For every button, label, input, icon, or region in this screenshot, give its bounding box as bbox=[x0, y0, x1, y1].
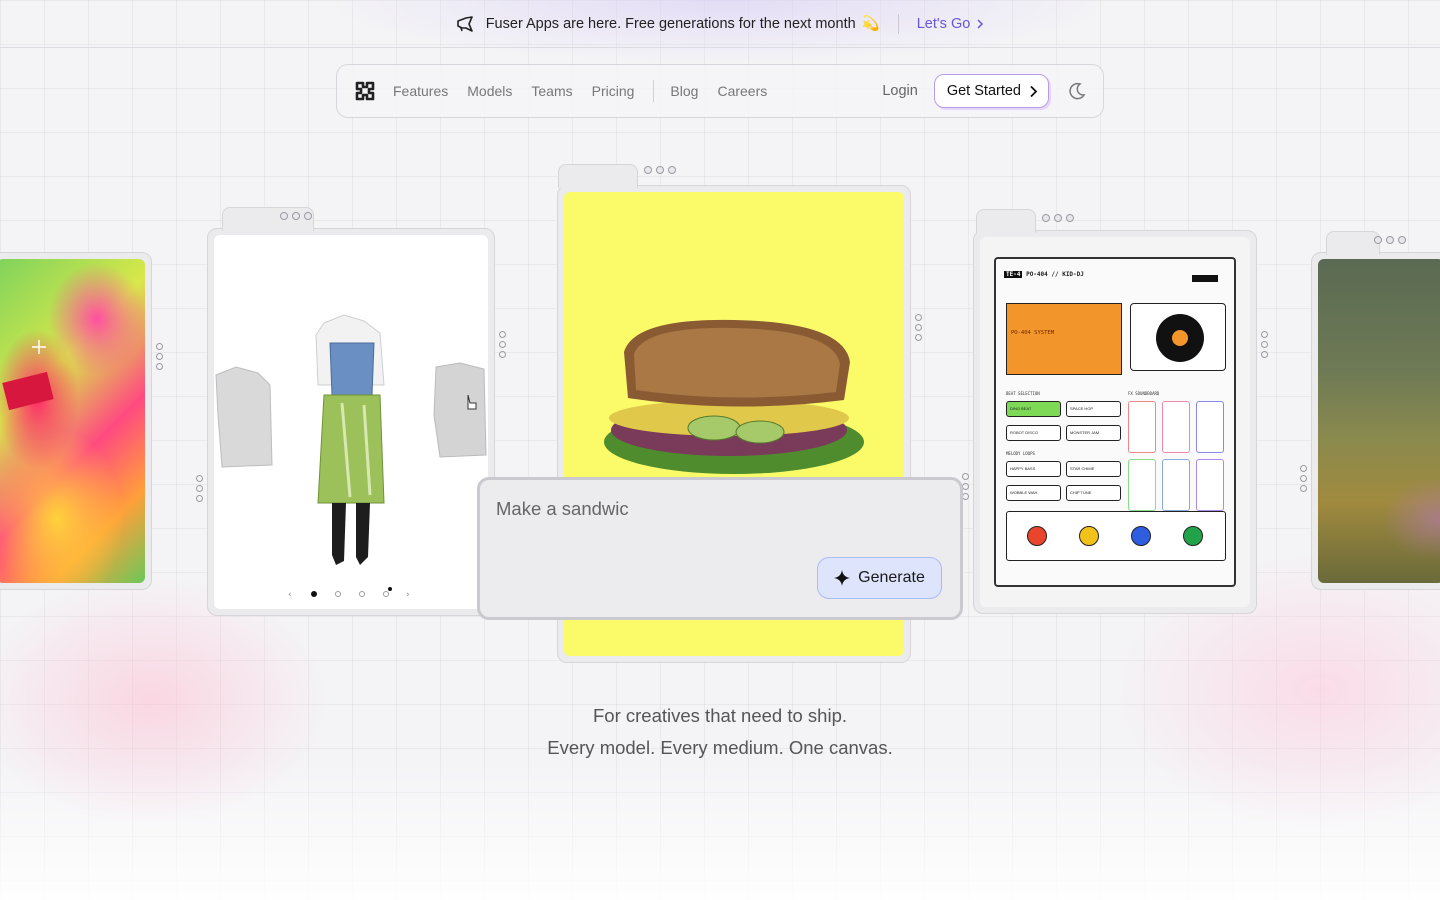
nav-link-models[interactable]: Models bbox=[467, 83, 512, 99]
fx-pad bbox=[1162, 401, 1190, 453]
get-started-button[interactable]: Get Started bbox=[933, 74, 1049, 108]
loop-pad: HAPPY BASS bbox=[1006, 461, 1061, 477]
prompt-box: Generate bbox=[477, 477, 963, 620]
resize-handle[interactable] bbox=[156, 343, 163, 370]
login-link[interactable]: Login bbox=[882, 83, 917, 99]
fuser-logo-icon[interactable] bbox=[353, 79, 377, 103]
knob bbox=[1079, 526, 1099, 546]
top-navigation: Features Models Teams Pricing Blog Caree… bbox=[336, 64, 1104, 118]
card-menu-dots[interactable] bbox=[1042, 214, 1074, 222]
nav-link-blog[interactable]: Blog bbox=[670, 83, 698, 99]
fx-pad bbox=[1196, 401, 1224, 453]
sparkle-emoji: 💫 bbox=[861, 16, 880, 32]
generate-label: Generate bbox=[858, 569, 925, 586]
knob bbox=[1183, 526, 1203, 546]
card-menu-dots[interactable] bbox=[1374, 236, 1406, 244]
card-landscape[interactable] bbox=[1300, 231, 1440, 590]
tagline-line-1: For creatives that need to ship. bbox=[593, 705, 847, 726]
fashion-image: ‹ › bbox=[214, 235, 488, 609]
loop-pad: STAR CHIME bbox=[1066, 461, 1121, 477]
hero-tagline: For creatives that need to ship. Every m… bbox=[0, 700, 1440, 764]
resize-handle[interactable] bbox=[499, 331, 506, 358]
announcement-bar: Fuser Apps are here. Free generations fo… bbox=[0, 0, 1440, 48]
fx-pad bbox=[1128, 459, 1156, 511]
resize-handle[interactable] bbox=[196, 475, 203, 502]
nav-link-teams[interactable]: Teams bbox=[531, 83, 572, 99]
announcement-text: Fuser Apps are here. Free generations fo… bbox=[485, 15, 856, 32]
heatmap-image bbox=[0, 259, 145, 583]
drum-brand: TE-4 bbox=[1004, 271, 1023, 278]
card-drum-app[interactable]: TE-4 PO-404 // KID-DJ PO-404 SYSTEM BEAT… bbox=[962, 209, 1268, 614]
resize-handle[interactable] bbox=[1300, 465, 1307, 492]
chevron-right-icon bbox=[1030, 85, 1038, 97]
nav-link-pricing[interactable]: Pricing bbox=[592, 83, 635, 99]
drum-app-preview: TE-4 PO-404 // KID-DJ PO-404 SYSTEM BEAT… bbox=[980, 237, 1250, 607]
drum-header: PO-404 // KID-DJ bbox=[1026, 271, 1084, 278]
announcement-divider bbox=[897, 13, 899, 34]
knob-panel bbox=[1006, 511, 1226, 561]
resize-handle[interactable] bbox=[1261, 331, 1268, 358]
knob bbox=[1027, 526, 1047, 546]
loop-pad: CHIP TUNE bbox=[1066, 485, 1121, 501]
resize-handle[interactable] bbox=[915, 314, 922, 341]
loop-pad: WOBBLE WAH bbox=[1006, 485, 1061, 501]
knob bbox=[1131, 526, 1151, 546]
drum-machine: TE-4 PO-404 // KID-DJ PO-404 SYSTEM BEAT… bbox=[994, 257, 1236, 587]
resize-handle[interactable] bbox=[962, 473, 969, 500]
fx-pad bbox=[1196, 459, 1224, 511]
beat-pad: MONSTER JAM bbox=[1066, 425, 1121, 441]
megaphone-icon bbox=[456, 15, 473, 32]
fx-pad bbox=[1162, 459, 1190, 511]
moon-icon[interactable] bbox=[1067, 81, 1087, 101]
tagline-line-2: Every model. Every medium. One canvas. bbox=[547, 737, 893, 758]
lets-go-link[interactable]: Let's Go bbox=[917, 16, 985, 32]
crosshair-icon bbox=[32, 340, 46, 354]
drum-screen: PO-404 SYSTEM bbox=[1006, 303, 1122, 375]
lets-go-label: Let's Go bbox=[916, 15, 971, 32]
beat-pad: ROBOT DISCO bbox=[1006, 425, 1061, 441]
chevron-right-icon bbox=[977, 18, 984, 29]
nav-divider bbox=[653, 80, 655, 102]
nav-link-careers[interactable]: Careers bbox=[717, 83, 767, 99]
beat-pad: SPACE HOP bbox=[1066, 401, 1121, 417]
nav-link-features[interactable]: Features bbox=[393, 83, 448, 99]
outfit-illustration: ‹ › bbox=[215, 314, 487, 600]
card-heatmap[interactable] bbox=[0, 252, 163, 590]
prompt-input[interactable] bbox=[496, 498, 936, 520]
get-started-label: Get Started bbox=[946, 83, 1021, 99]
generate-button[interactable]: Generate bbox=[817, 557, 942, 599]
svg-text:›: › bbox=[406, 590, 410, 600]
sparkle-icon bbox=[834, 570, 851, 586]
landscape-image bbox=[1318, 259, 1440, 583]
vinyl-panel bbox=[1130, 303, 1226, 371]
svg-text:‹: ‹ bbox=[288, 590, 292, 600]
card-fashion[interactable]: ‹ › bbox=[196, 207, 506, 616]
beat-pad: DINO BEAT bbox=[1006, 401, 1061, 417]
fx-pad bbox=[1128, 401, 1156, 453]
card-menu-dots[interactable] bbox=[644, 166, 676, 174]
card-menu-dots[interactable] bbox=[280, 212, 312, 220]
